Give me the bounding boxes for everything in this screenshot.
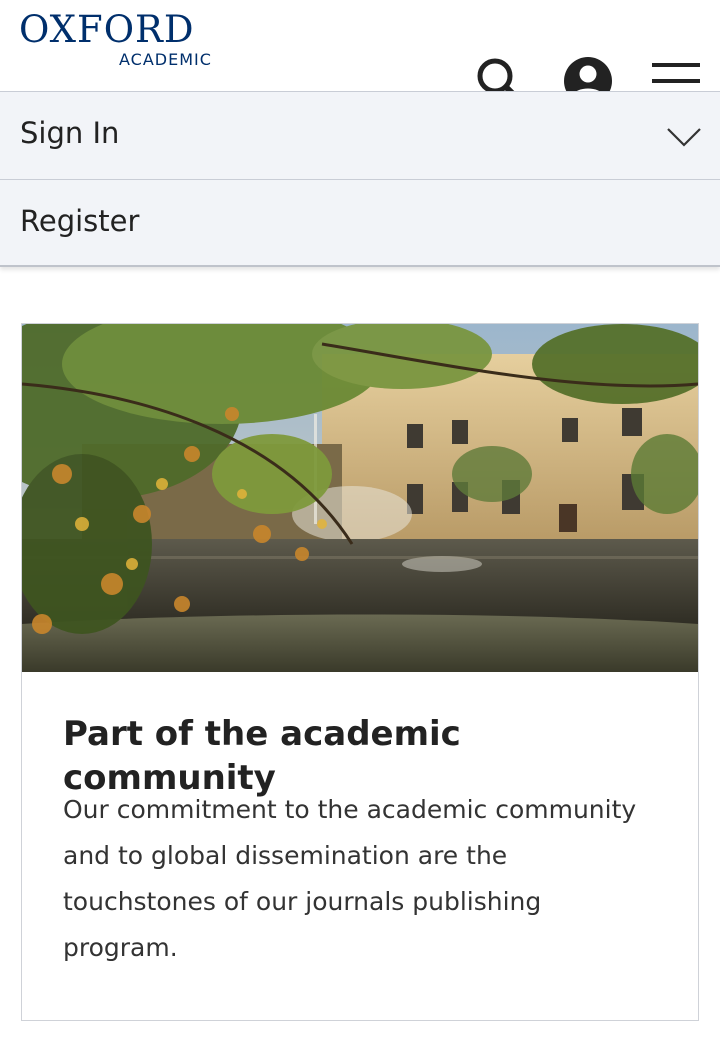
oxford-academic-logo[interactable]: OXFORD ACADEMIC <box>19 8 229 70</box>
card-description: Our commitment to the academic community… <box>63 795 637 962</box>
sign-in-label: Sign In <box>20 116 120 150</box>
site-header: OXFORD ACADEMIC <box>0 0 720 105</box>
courtyard-fountain-photo <box>22 324 698 672</box>
logo-subtitle: ACADEMIC <box>119 50 212 69</box>
register-menu-item[interactable]: Register <box>0 179 720 267</box>
chevron-down-icon[interactable] <box>666 126 702 148</box>
feature-card: Part of the academic community Our commi… <box>21 323 699 1021</box>
register-label: Register <box>20 204 140 238</box>
sign-in-menu-item[interactable]: Sign In <box>0 91 720 179</box>
logo-wordmark: OXFORD <box>19 8 195 51</box>
account-dropdown-menu: Sign In Register <box>0 91 720 267</box>
